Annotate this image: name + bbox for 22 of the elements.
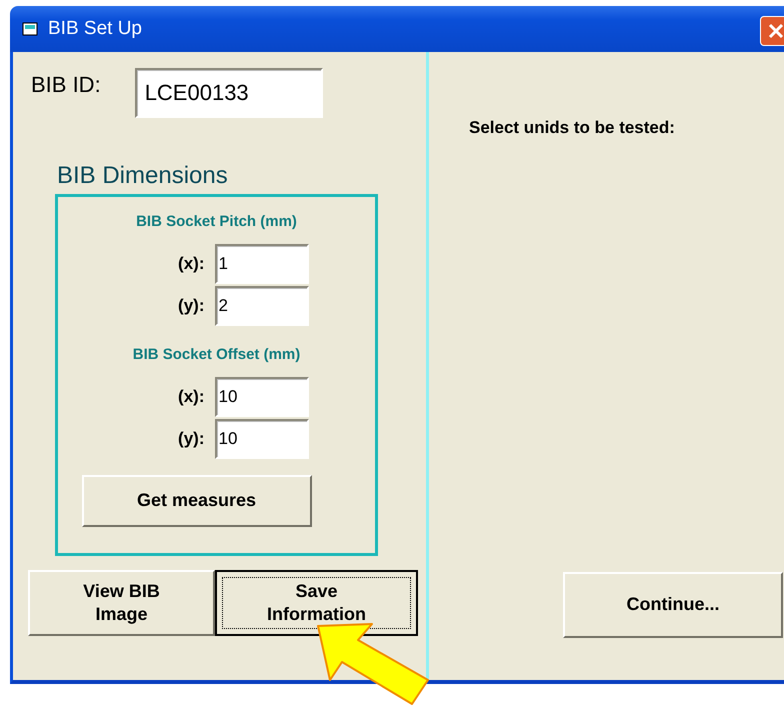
bib-id-label: BIB ID: — [31, 72, 101, 98]
window-icon — [22, 21, 40, 37]
action-button[interactable]: Save Information — [215, 570, 418, 636]
field-label: (y): — [177, 296, 204, 316]
bib-id-field[interactable]: LCE00133 — [134, 68, 323, 118]
close-button[interactable] — [760, 16, 784, 46]
field-label: (y): — [177, 429, 204, 449]
field-label: (x): — [177, 387, 204, 407]
field-label: (x): — [177, 254, 204, 274]
get-measures-button[interactable]: Get measures — [82, 475, 312, 527]
input-field[interactable]: 10 — [214, 419, 308, 459]
dimensions-title: BIB Dimensions — [57, 162, 229, 190]
input-field[interactable]: 2 — [214, 286, 308, 326]
close-icon — [767, 22, 784, 40]
continue-button[interactable]: Continue... — [563, 572, 783, 638]
prompt-text: Select unids to be tested: — [469, 118, 676, 138]
window-title: BIB Set Up — [48, 18, 142, 40]
group-heading: BIB Socket Pitch (mm) — [136, 213, 297, 230]
input-field[interactable]: 10 — [214, 377, 308, 417]
action-button[interactable]: View BIB Image — [28, 570, 215, 636]
group-heading: BIB Socket Offset (mm) — [132, 346, 300, 363]
input-field[interactable]: 1 — [214, 244, 308, 284]
